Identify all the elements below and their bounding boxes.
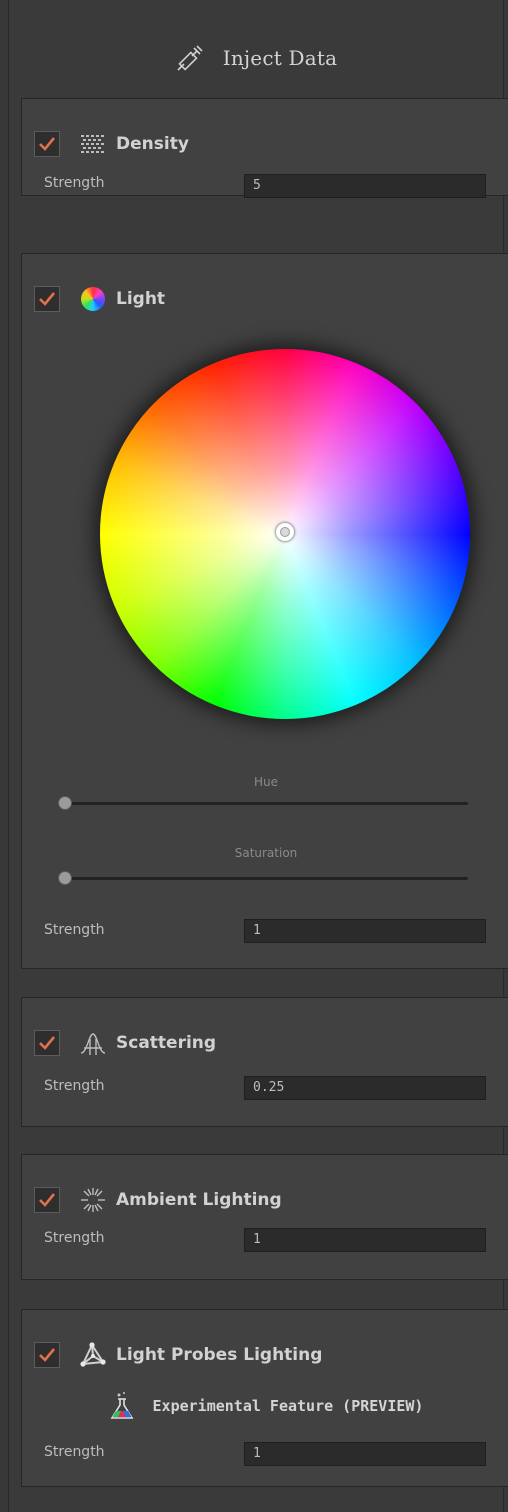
scattering-section: Scattering Strength 0.25 bbox=[21, 997, 508, 1127]
saturation-label: Saturation bbox=[234, 846, 298, 860]
check-icon bbox=[39, 1193, 56, 1207]
ambient-header: Ambient Lighting bbox=[34, 1183, 282, 1217]
light-checkbox[interactable] bbox=[34, 286, 60, 312]
density-header: Density bbox=[34, 127, 189, 161]
scattering-curve-icon bbox=[80, 1030, 106, 1056]
light-section: Light Hue Saturation Strength 1 bbox=[21, 253, 508, 969]
density-checkbox[interactable] bbox=[34, 131, 60, 157]
ambient-strength-field[interactable]: 1 bbox=[244, 1228, 486, 1252]
probes-strength-label: Strength bbox=[44, 1444, 105, 1460]
scattering-strength-field[interactable]: 0.25 bbox=[244, 1076, 486, 1100]
experimental-feature-row: Experimental Feature (PREVIEW) bbox=[22, 1386, 508, 1426]
light-strength-label: Strength bbox=[44, 922, 105, 938]
syringe-icon bbox=[177, 45, 203, 71]
check-icon bbox=[39, 137, 56, 151]
inject-data-panel: Inject Data Density Strength 5 Light Hue… bbox=[8, 0, 508, 1512]
ambient-lighting-section: Ambient Lighting Strength 1 bbox=[21, 1154, 508, 1280]
scattering-strength-label: Strength bbox=[44, 1078, 105, 1094]
saturation-slider[interactable] bbox=[58, 871, 468, 885]
probes-header: Light Probes Lighting bbox=[34, 1338, 322, 1372]
light-strength-field[interactable]: 1 bbox=[244, 919, 486, 943]
check-icon bbox=[39, 1348, 56, 1362]
light-probes-section: Light Probes Lighting Experimental Featu… bbox=[21, 1309, 508, 1487]
ambient-strength-label: Strength bbox=[44, 1230, 105, 1246]
hue-slider[interactable] bbox=[58, 796, 468, 810]
flask-icon bbox=[110, 1392, 133, 1419]
hue-label: Hue bbox=[253, 775, 278, 789]
probes-title: Light Probes Lighting bbox=[116, 1345, 323, 1365]
hue-slider-thumb[interactable] bbox=[58, 796, 72, 810]
color-wheel-icon bbox=[80, 286, 106, 312]
color-wheel-handle[interactable] bbox=[276, 523, 294, 541]
probes-strength-field[interactable]: 1 bbox=[244, 1442, 486, 1466]
density-strength-label: Strength bbox=[44, 175, 105, 191]
experimental-feature-label: Experimental Feature (PREVIEW) bbox=[152, 1397, 424, 1415]
light-title: Light bbox=[116, 289, 166, 309]
light-probes-icon bbox=[80, 1342, 106, 1368]
ambient-checkbox[interactable] bbox=[34, 1187, 60, 1213]
probes-checkbox[interactable] bbox=[34, 1342, 60, 1368]
light-header: Light bbox=[34, 282, 165, 316]
check-icon bbox=[39, 292, 56, 306]
density-dots-icon bbox=[80, 131, 106, 157]
ambient-title: Ambient Lighting bbox=[116, 1190, 282, 1210]
scattering-header: Scattering bbox=[34, 1026, 216, 1060]
panel-header: Inject Data bbox=[9, 28, 503, 88]
scattering-title: Scattering bbox=[116, 1033, 217, 1053]
scattering-checkbox[interactable] bbox=[34, 1030, 60, 1056]
ambient-burst-icon bbox=[80, 1187, 106, 1213]
panel-title: Inject Data bbox=[222, 46, 338, 70]
color-wheel[interactable] bbox=[100, 349, 470, 719]
saturation-slider-thumb[interactable] bbox=[58, 871, 72, 885]
density-section: Density Strength 5 bbox=[21, 98, 508, 198]
check-icon bbox=[39, 1036, 56, 1050]
density-strength-field[interactable]: 5 bbox=[244, 174, 486, 198]
density-title: Density bbox=[116, 134, 189, 154]
